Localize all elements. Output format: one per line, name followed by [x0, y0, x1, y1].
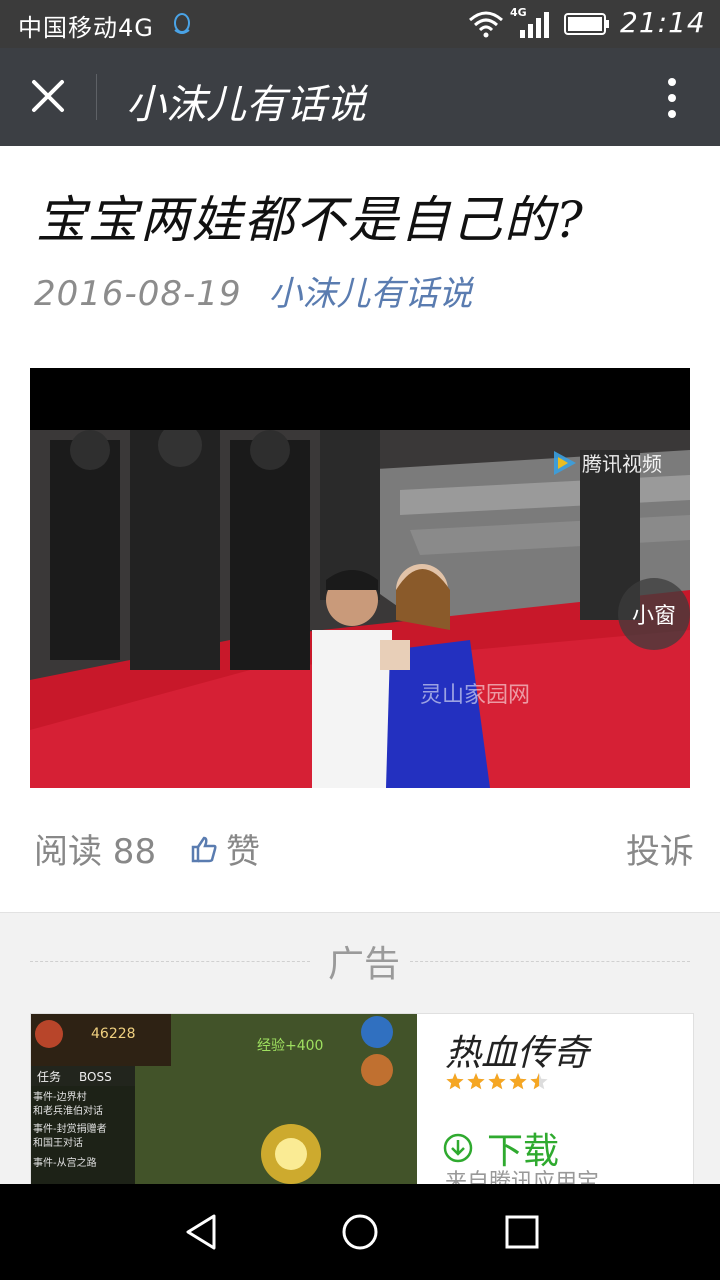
game-screenshot: 46228 任务 BOSS 事件-边界村 和老兵淮伯对话 事件-封赏捐赠者 和国…	[31, 1014, 417, 1194]
quest-4: 和国王对话	[33, 1136, 83, 1149]
game-menu-boss: BOSS	[79, 1070, 112, 1084]
video-overlay-text: 灵山家园网	[420, 683, 530, 708]
article-date: 2016-08-19	[34, 274, 242, 314]
more-vertical-icon[interactable]	[660, 76, 684, 120]
close-icon[interactable]	[28, 76, 68, 116]
quest-2: 和老兵淮伯对话	[33, 1104, 103, 1117]
video-watermark: 腾讯视频	[550, 448, 662, 477]
star-full	[446, 1073, 464, 1090]
star-full	[509, 1073, 527, 1090]
ad-app-name: 热血传奇	[445, 1033, 590, 1074]
quest-3: 事件-封赏捐赠者	[33, 1122, 107, 1135]
wifi-icon	[469, 11, 503, 38]
video-scene: 灵山家园网	[30, 430, 690, 788]
video-player[interactable]: 灵山家园网 腾讯视频 小窗	[30, 368, 690, 788]
tencent-video-logo-icon	[554, 450, 576, 475]
report-button[interactable]: 投诉	[626, 824, 694, 873]
home-icon[interactable]	[340, 1212, 380, 1252]
mini-window-button[interactable]: 小窗	[618, 578, 690, 650]
thumbs-up-icon	[191, 836, 217, 862]
divider-right	[410, 961, 690, 962]
download-icon	[443, 1133, 473, 1163]
game-menu-task: 任务	[37, 1069, 61, 1084]
article-meta: 2016-08-19 小沫儿有话说	[34, 266, 472, 315]
exp-text: 经验+400	[257, 1038, 323, 1054]
system-nav-bar	[0, 1184, 720, 1280]
stats-row: 阅读 88 赞 投诉	[34, 824, 704, 874]
header-divider	[96, 74, 97, 120]
article-title: 宝宝两娃都不是自己的?	[36, 191, 585, 249]
qq-icon	[174, 13, 190, 34]
player-level: 46228	[91, 1026, 136, 1042]
divider-left	[30, 961, 310, 962]
signal-icon	[520, 12, 549, 38]
header-title: 小沫儿有话说	[126, 82, 366, 128]
star-full	[488, 1073, 506, 1090]
video-frame[interactable]: 灵山家园网	[30, 430, 690, 788]
article-author-link[interactable]: 小沫儿有话说	[268, 274, 472, 314]
like-button[interactable]: 赞	[190, 824, 260, 873]
ad-label-row: 广告	[0, 935, 720, 985]
back-icon[interactable]	[182, 1212, 222, 1252]
like-label: 赞	[226, 832, 260, 872]
ad-label: 广告	[328, 944, 401, 985]
header-bar: 小沫儿有话说	[0, 48, 720, 146]
ad-card[interactable]: 46228 任务 BOSS 事件-边界村 和老兵淮伯对话 事件-封赏捐赠者 和国…	[30, 1013, 694, 1195]
recents-icon[interactable]	[502, 1212, 542, 1252]
video-watermark-text: 腾讯视频	[582, 452, 662, 476]
ad-thumbnail[interactable]: 46228 任务 BOSS 事件-边界村 和老兵淮伯对话 事件-封赏捐赠者 和国…	[31, 1014, 417, 1194]
quest-1: 事件-边界村	[33, 1090, 87, 1103]
clock: 21:14	[620, 6, 706, 39]
carrier-label: 中国移动4G	[18, 14, 154, 42]
ad-section: 广告 46228 任务 BOSS 事件-边界村 和老兵淮伯对话 事件-封赏捐赠者…	[0, 912, 720, 1195]
quest-5: 事件-从宫之路	[33, 1156, 97, 1169]
status-bar: 中国移动4G 4G 21:14	[0, 0, 720, 48]
star-full	[467, 1073, 485, 1090]
rating-stars	[446, 1073, 548, 1090]
read-count: 阅读 88	[34, 832, 157, 872]
battery-icon	[564, 13, 609, 35]
